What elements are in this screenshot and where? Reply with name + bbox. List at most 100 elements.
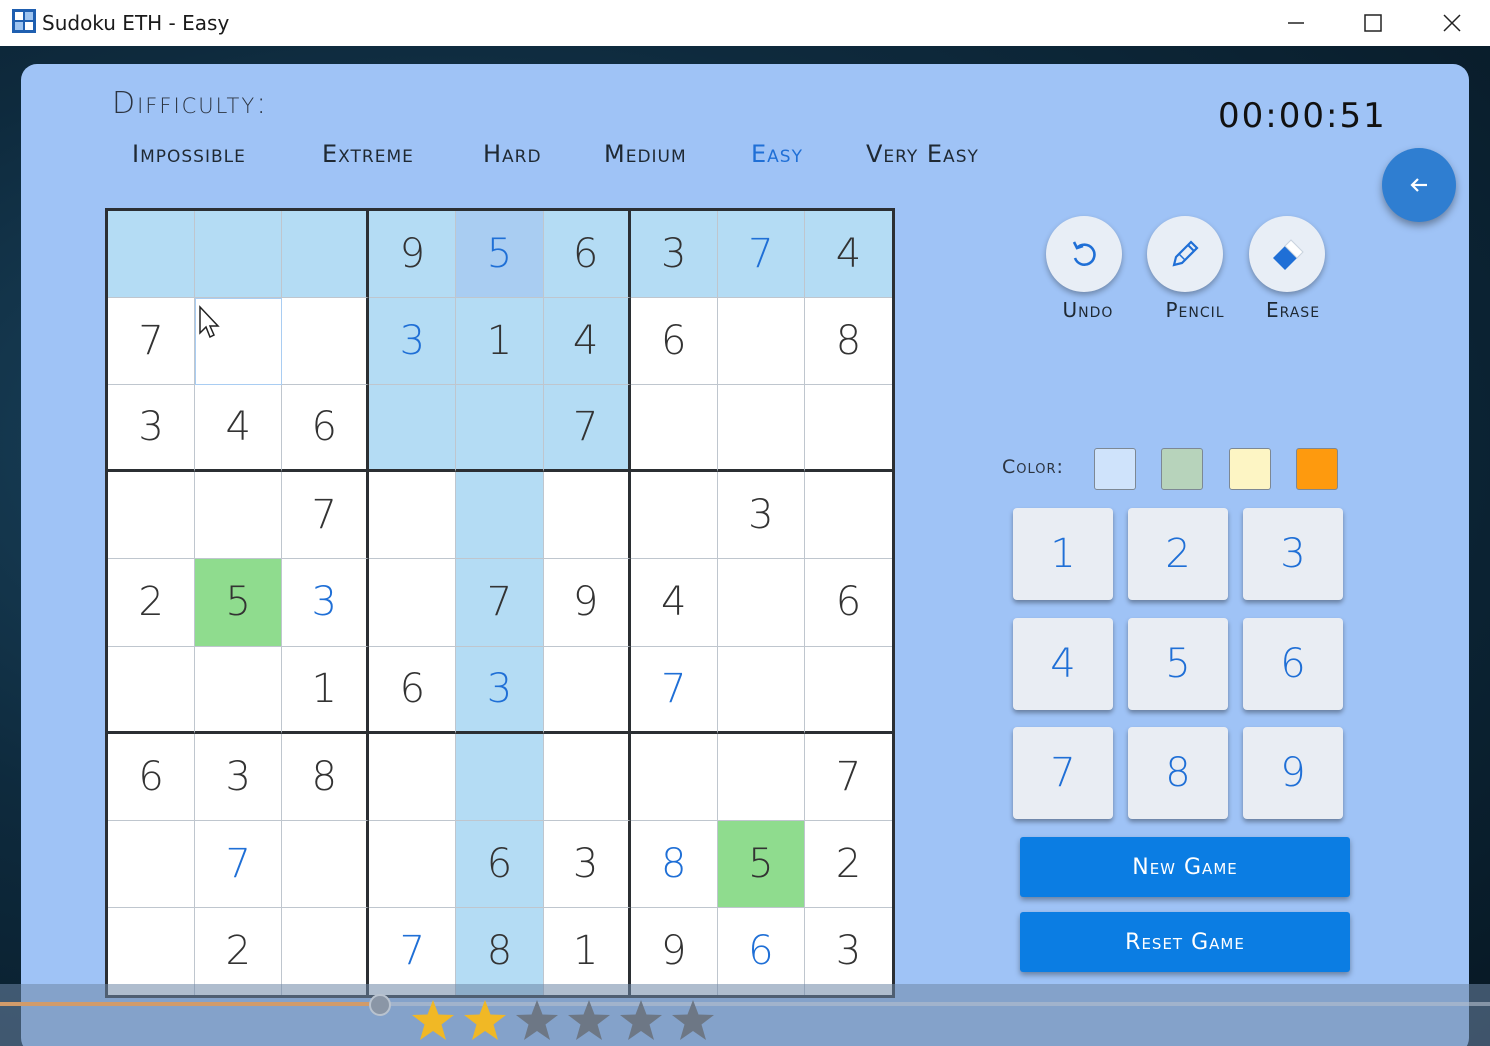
sudoku-cell[interactable] [630,385,718,473]
sudoku-cell[interactable]: 3 [195,733,283,821]
sudoku-cell[interactable] [282,211,370,299]
sudoku-cell[interactable]: 7 [282,472,370,560]
sudoku-cell[interactable] [804,647,892,734]
sudoku-cell[interactable]: 3 [456,646,544,734]
sudoku-cell[interactable]: 9 [369,211,457,299]
sudoku-cell[interactable]: 6 [456,820,544,908]
star-icon[interactable] [514,998,560,1044]
sudoku-cell[interactable]: 9 [543,559,631,647]
sudoku-cell[interactable]: 6 [804,559,892,647]
difficulty-extreme[interactable]: Extreme [322,140,414,168]
sudoku-cell[interactable] [804,472,892,560]
number-button-7[interactable]: 7 [1013,727,1113,819]
video-progress-handle[interactable] [368,994,391,1016]
back-button[interactable] [1382,148,1456,222]
sudoku-cell[interactable] [456,385,544,473]
maximize-button[interactable] [1343,0,1403,46]
sudoku-cell[interactable] [369,559,457,647]
sudoku-cell[interactable] [195,211,283,299]
sudoku-cell[interactable] [369,733,457,821]
star-icon[interactable] [462,998,508,1044]
reset-game-button[interactable]: Reset Game [1020,912,1350,972]
difficulty-medium[interactable]: Medium [604,140,687,168]
number-button-4[interactable]: 4 [1013,618,1113,710]
sudoku-cell[interactable]: 7 [108,298,196,386]
sudoku-cell[interactable] [717,385,805,473]
sudoku-cell[interactable]: 4 [543,298,631,386]
sudoku-cell[interactable]: 3 [543,820,631,908]
number-button-3[interactable]: 3 [1243,508,1343,600]
pencil-button[interactable] [1147,216,1223,292]
sudoku-cell[interactable]: 7 [456,559,544,647]
number-button-6[interactable]: 6 [1243,618,1343,710]
sudoku-cell[interactable] [804,385,892,473]
color-swatch-sage[interactable] [1161,448,1203,490]
sudoku-cell[interactable] [195,646,283,734]
difficulty-very-easy[interactable]: Very Easy [866,140,979,168]
sudoku-cell[interactable]: 7 [369,907,457,995]
sudoku-cell[interactable] [282,298,370,386]
sudoku-cell[interactable]: 2 [108,559,196,647]
sudoku-cell[interactable]: 6 [630,298,718,386]
star-icon[interactable] [566,998,612,1044]
sudoku-cell[interactable] [630,733,718,821]
sudoku-cell[interactable]: 9 [631,907,718,995]
color-swatch-light-blue[interactable] [1094,448,1136,490]
sudoku-cell[interactable]: 8 [282,733,370,821]
sudoku-cell[interactable]: 3 [282,559,370,647]
sudoku-cell[interactable]: 2 [195,907,283,995]
sudoku-cell[interactable]: 8 [630,820,718,908]
star-icon[interactable] [618,998,664,1044]
sudoku-cell[interactable]: 7 [630,646,718,734]
sudoku-cell[interactable]: 6 [282,385,370,473]
sudoku-cell[interactable] [717,646,805,734]
close-button[interactable] [1422,0,1482,46]
number-button-5[interactable]: 5 [1128,618,1228,710]
undo-button[interactable] [1046,216,1122,292]
sudoku-cell[interactable] [108,907,196,995]
sudoku-cell[interactable] [717,559,805,647]
sudoku-cell[interactable]: 1 [544,907,631,995]
sudoku-cell[interactable]: 5 [456,211,544,299]
new-game-button[interactable]: New Game [1020,837,1350,897]
sudoku-cell[interactable] [717,298,805,386]
sudoku-cell[interactable]: 4 [804,211,892,299]
sudoku-cell[interactable]: 7 [804,734,892,821]
sudoku-cell[interactable]: 6 [369,646,457,734]
difficulty-hard[interactable]: Hard [483,140,542,168]
sudoku-cell[interactable]: 5 [717,820,805,908]
sudoku-cell[interactable]: 1 [282,646,370,734]
sudoku-cell[interactable]: 7 [717,211,805,299]
sudoku-cell[interactable]: 1 [456,298,544,386]
sudoku-cell[interactable]: 6 [543,211,631,299]
number-button-8[interactable]: 8 [1128,727,1228,819]
sudoku-cell[interactable]: 3 [717,472,805,560]
sudoku-cell[interactable] [717,733,805,821]
sudoku-cell[interactable]: 7 [195,820,283,908]
sudoku-cell[interactable]: 5 [195,559,283,647]
sudoku-cell[interactable] [195,298,283,386]
star-rating[interactable] [410,998,716,1044]
number-button-2[interactable]: 2 [1128,508,1228,600]
sudoku-cell[interactable] [108,211,196,299]
sudoku-cell[interactable] [456,733,544,821]
difficulty-impossible[interactable]: Impossible [132,140,246,168]
sudoku-cell[interactable] [369,385,457,473]
star-icon[interactable] [410,998,456,1044]
sudoku-cell[interactable] [630,472,718,560]
sudoku-cell[interactable]: 6 [108,733,196,821]
sudoku-cell[interactable] [456,472,544,560]
sudoku-cell[interactable]: 3 [805,908,892,995]
sudoku-cell[interactable] [543,733,631,821]
color-swatch-cream[interactable] [1229,448,1271,490]
sudoku-cell[interactable]: 4 [195,385,283,473]
sudoku-cell[interactable]: 8 [456,907,544,995]
sudoku-cell[interactable]: 3 [630,211,718,299]
sudoku-cell[interactable] [543,646,631,734]
difficulty-easy[interactable]: Easy [751,140,803,168]
star-icon[interactable] [670,998,716,1044]
sudoku-cell[interactable] [108,472,196,560]
erase-button[interactable] [1249,216,1325,292]
number-button-9[interactable]: 9 [1243,727,1343,819]
sudoku-cell[interactable] [369,820,457,908]
